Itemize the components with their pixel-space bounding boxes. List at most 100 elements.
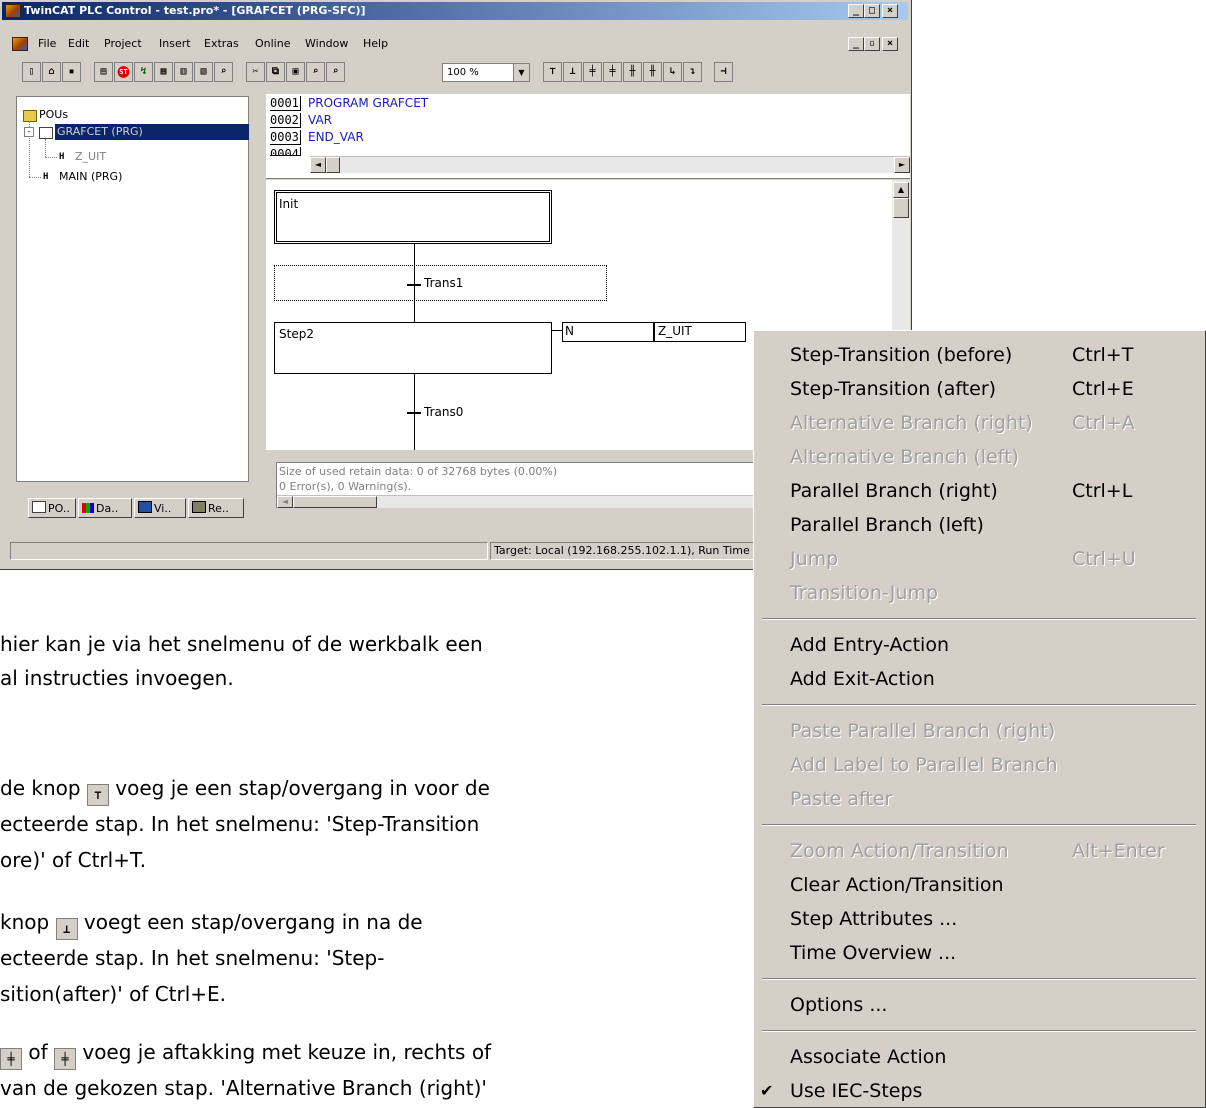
- open-folder-icon[interactable]: ⌂: [42, 62, 61, 82]
- logout-icon[interactable]: ▧: [194, 62, 213, 82]
- menu-item-shortcut: Ctrl+L: [1072, 480, 1133, 502]
- scroll-thumb[interactable]: [326, 157, 340, 173]
- menu-item-transition-jump[interactable]: Transition-Jump: [790, 577, 1190, 609]
- mdi-restore-button[interactable]: ▫: [864, 37, 880, 51]
- pou-icon: [32, 501, 46, 513]
- find-next-icon[interactable]: ⌕: [326, 62, 345, 82]
- menu-item-add-exit-action[interactable]: Add Exit-Action: [790, 663, 1190, 695]
- parallel-branch-right-icon[interactable]: ╫: [623, 62, 642, 82]
- step-label: Step2: [279, 327, 314, 341]
- cut-icon[interactable]: ✂: [246, 62, 265, 82]
- save-icon[interactable]: ▪: [62, 62, 81, 82]
- search-icon[interactable]: ⌕: [214, 62, 233, 82]
- scroll-thumb[interactable]: [893, 198, 909, 218]
- paste-icon[interactable]: ▣: [286, 62, 305, 82]
- menu-item-time-overview[interactable]: Time Overview ...: [790, 937, 1190, 969]
- scroll-left-icon[interactable]: ◄: [277, 496, 293, 508]
- collapse-icon[interactable]: -: [24, 127, 34, 137]
- transition-label[interactable]: Trans1: [424, 276, 463, 290]
- menu-item-clear-action-transition[interactable]: Clear Action/Transition: [790, 869, 1190, 901]
- menu-item-parallel-branch-left[interactable]: Parallel Branch (left): [790, 509, 1190, 541]
- message-scrollbar[interactable]: ◄: [277, 495, 757, 508]
- menu-item-use-iec-steps[interactable]: ✔ Use IEC-Steps: [760, 1075, 1190, 1107]
- step-transition-before-icon[interactable]: ⊤: [543, 62, 562, 82]
- menu-item-alternative-branch-left[interactable]: Alternative Branch (left): [790, 441, 1190, 473]
- tab-visualizations[interactable]: Vi..: [134, 498, 186, 518]
- scroll-right-icon[interactable]: ►: [894, 157, 910, 173]
- action-icon: H: [59, 152, 65, 162]
- title-bar[interactable]: TwinCAT PLC Control - test.pro* - [GRAFC…: [2, 2, 908, 20]
- alternative-branch-right-icon[interactable]: ╪: [583, 62, 602, 82]
- step-icon[interactable]: ▦: [154, 62, 173, 82]
- tab-datatypes[interactable]: Da..: [78, 498, 132, 518]
- menu-file[interactable]: File: [38, 34, 56, 54]
- zoom-select[interactable]: 100 % ▼: [442, 63, 530, 82]
- document-icon[interactable]: [12, 37, 28, 51]
- twincat-app-icon[interactable]: [5, 4, 21, 18]
- menu-item-label: Add Label to Parallel Branch: [790, 754, 1058, 776]
- menu-item-paste-parallel-branch-right[interactable]: Paste Parallel Branch (right): [790, 715, 1190, 747]
- jump-icon[interactable]: ↳: [663, 62, 682, 82]
- menu-window[interactable]: Window: [305, 34, 348, 54]
- mdi-close-button[interactable]: ×: [882, 37, 898, 51]
- tab-pous[interactable]: PO..: [28, 498, 76, 518]
- menu-item-options[interactable]: Options ...: [790, 989, 1190, 1021]
- stop-icon[interactable]: ST: [114, 62, 133, 82]
- code-line: VAR: [308, 113, 332, 127]
- action-qualifier-box[interactable]: N: [562, 322, 654, 342]
- sfc-step-step2[interactable]: Step2: [274, 322, 552, 374]
- menu-project[interactable]: Project: [104, 34, 142, 54]
- menu-item-associate-action[interactable]: Associate Action: [790, 1041, 1190, 1073]
- transition-jump-icon[interactable]: ↴: [683, 62, 702, 82]
- transition-label[interactable]: Trans0: [424, 405, 463, 419]
- login-icon[interactable]: ▥: [174, 62, 193, 82]
- code-horizontal-scrollbar[interactable]: ◄ ►: [310, 156, 910, 173]
- sfc-transition-bar[interactable]: [407, 284, 421, 286]
- tree-line: [45, 139, 46, 157]
- menu-edit[interactable]: Edit: [68, 34, 89, 54]
- menu-item-parallel-branch-right[interactable]: Parallel Branch (right) Ctrl+L: [790, 475, 1190, 507]
- menu-item-alternative-branch-right[interactable]: Alternative Branch (right) Ctrl+A: [790, 407, 1190, 439]
- menu-item-add-label-to-parallel-branch[interactable]: Add Label to Parallel Branch: [790, 749, 1190, 781]
- scroll-left-icon[interactable]: ◄: [310, 157, 326, 173]
- action-name-box[interactable]: Z_UIT: [654, 322, 746, 342]
- menu-online[interactable]: Online: [255, 34, 290, 54]
- tree-item-main[interactable]: MAIN (PRG): [59, 169, 122, 185]
- close-button[interactable]: ×: [882, 4, 898, 18]
- minimize-button[interactable]: _: [848, 4, 864, 18]
- step-transition-after-icon[interactable]: ⊥: [563, 62, 582, 82]
- menu-item-step-transition-before[interactable]: Step-Transition (before) Ctrl+T: [790, 339, 1190, 371]
- chevron-down-icon[interactable]: ▼: [513, 64, 529, 81]
- maximize-button[interactable]: □: [864, 4, 880, 18]
- tree-item-z-uit[interactable]: Z_UIT: [75, 149, 106, 165]
- run-icon[interactable]: ↯: [134, 62, 153, 82]
- doc-text: hier kan je via het snelmenu of de werkb…: [0, 632, 483, 656]
- declaration-editor[interactable]: 0001 PROGRAM GRAFCET 0002 VAR 0003 END_V…: [266, 94, 910, 179]
- sfc-step-init[interactable]: Init: [274, 190, 552, 244]
- tree-item-grafcet[interactable]: GRAFCET (PRG): [55, 124, 249, 140]
- parallel-branch-left-icon[interactable]: ╫: [643, 62, 662, 82]
- find-icon[interactable]: ⌕: [306, 62, 325, 82]
- menu-item-zoom-action-transition[interactable]: Zoom Action/Transition Alt+Enter: [790, 835, 1190, 867]
- sfc-transition-bar[interactable]: [407, 412, 421, 414]
- zoom-action-icon[interactable]: ⊣: [714, 62, 733, 82]
- menu-item-step-attributes[interactable]: Step Attributes ...: [790, 903, 1190, 935]
- alternative-branch-left-icon[interactable]: ╪: [603, 62, 622, 82]
- doc-text: al instructies invoegen.: [0, 666, 234, 690]
- build-icon[interactable]: ▤: [94, 62, 113, 82]
- menu-item-step-transition-after[interactable]: Step-Transition (after) Ctrl+E: [790, 373, 1190, 405]
- copy-icon[interactable]: ⧉: [266, 62, 285, 82]
- tree-root-pous[interactable]: POUs: [39, 107, 68, 123]
- mdi-minimize-button[interactable]: _: [848, 37, 864, 51]
- menu-extras[interactable]: Extras: [204, 34, 239, 54]
- menu-item-shortcut: Ctrl+A: [1072, 412, 1135, 434]
- scroll-up-icon[interactable]: ▲: [893, 182, 909, 198]
- new-file-icon[interactable]: ▯: [22, 62, 41, 82]
- menu-insert[interactable]: Insert: [159, 34, 191, 54]
- tab-resources[interactable]: Re..: [188, 498, 244, 518]
- menu-item-jump[interactable]: Jump Ctrl+U: [790, 543, 1190, 575]
- menu-item-paste-after[interactable]: Paste after: [790, 783, 1190, 815]
- scroll-thumb[interactable]: [293, 496, 377, 508]
- menu-help[interactable]: Help: [363, 34, 388, 54]
- menu-item-add-entry-action[interactable]: Add Entry-Action: [790, 629, 1190, 661]
